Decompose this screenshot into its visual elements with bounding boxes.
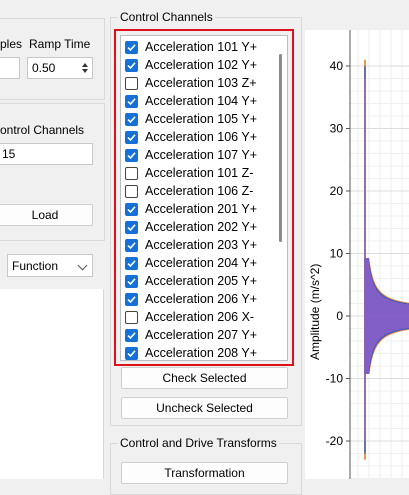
control-channels-title: Control Channels <box>118 10 215 24</box>
channel-list-highlight <box>114 29 294 366</box>
transformation-button[interactable]: Transformation <box>121 462 288 484</box>
ramp-time-spinner[interactable] <box>78 59 91 77</box>
spin-up-icon[interactable] <box>81 63 88 67</box>
ramp-time-value: 0.50 <box>32 61 56 75</box>
y-tick-label: 20 <box>330 184 344 198</box>
control-channels-count-value: 15 <box>2 147 16 161</box>
control-channels-count-label: ontrol Channels <box>0 123 85 137</box>
uncheck-selected-button[interactable]: Uncheck Selected <box>121 397 288 419</box>
y-ticks: 40 30 20 10 0 -10 -20 <box>326 59 350 448</box>
samples-label: ples <box>0 37 23 51</box>
check-selected-button[interactable]: Check Selected <box>121 367 288 389</box>
spin-down-icon[interactable] <box>81 69 88 73</box>
function-select[interactable]: Function <box>7 254 93 277</box>
function-select-value: Function <box>12 258 59 273</box>
chevron-down-icon <box>77 260 88 271</box>
samples-input[interactable] <box>0 57 20 79</box>
transforms-title: Control and Drive Transforms <box>118 436 279 450</box>
control-channels-count-input[interactable]: 15 <box>0 143 93 165</box>
ramp-time-input[interactable]: 0.50 <box>27 57 93 79</box>
y-tick-label: 10 <box>330 247 344 261</box>
ramp-time-label: Ramp Time <box>29 37 91 51</box>
y-tick-label: 40 <box>330 59 344 73</box>
y-tick-label: 30 <box>330 122 344 136</box>
left-white-panel <box>0 289 104 479</box>
y-tick-label: -20 <box>326 434 344 448</box>
plot-grid <box>350 30 409 479</box>
load-button[interactable]: Load <box>0 204 93 226</box>
y-tick-label: 0 <box>336 309 343 323</box>
amplitude-plot: 40 30 20 10 0 -10 -20 Amplitude (m/s^2) <box>308 30 409 479</box>
y-axis-label: Amplitude (m/s^2) <box>308 264 322 360</box>
y-tick-label: -10 <box>326 372 344 386</box>
